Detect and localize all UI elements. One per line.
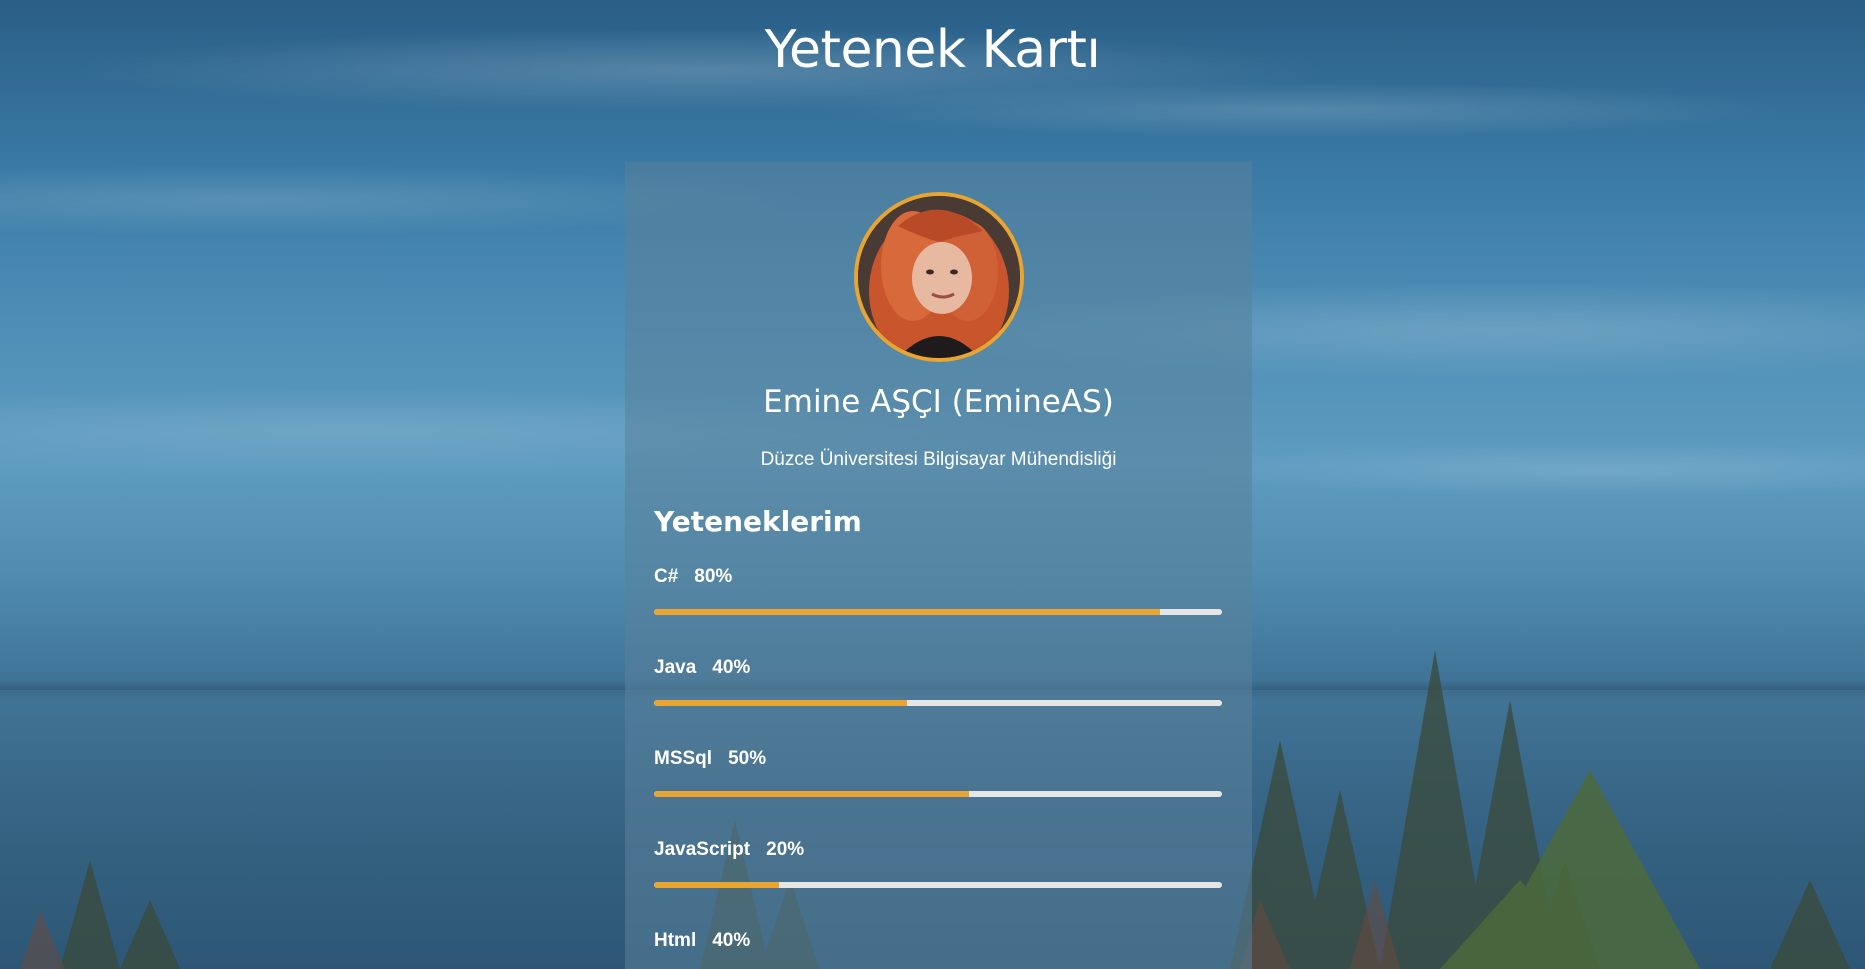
skill-item-html: Html 40% (654, 929, 1222, 969)
skill-progress-track (654, 882, 1222, 888)
profile-name: Emine AŞÇI (EmineAS) (763, 384, 1114, 420)
skill-progress-track (654, 700, 1222, 706)
skill-label: C# 80% (654, 565, 1222, 589)
skill-percent: 50% (728, 748, 767, 769)
skill-label: Html 40% (654, 929, 1222, 953)
profile-school: Düzce Üniversitesi Bilgisayar Mühendisli… (760, 449, 1117, 470)
skill-percent: 80% (694, 566, 733, 587)
skill-card: Emine AŞÇI (EmineAS) Düzce Üniversitesi … (625, 162, 1252, 969)
skill-label: MSSql 50% (654, 747, 1222, 771)
skill-progress-fill (654, 882, 779, 888)
skill-item-java: Java 40% (654, 656, 1222, 716)
skill-progress-fill (654, 609, 1160, 615)
skill-label: JavaScript 20% (654, 838, 1222, 862)
skill-progress-fill (654, 700, 907, 706)
profile-avatar (854, 192, 1024, 362)
skill-name: Html (654, 930, 697, 951)
skill-percent: 40% (712, 657, 751, 678)
skills-heading: Yeteneklerim (654, 505, 862, 538)
skill-item-csharp: C# 80% (654, 565, 1222, 625)
profile-photo-icon (858, 196, 1020, 358)
skill-label: Java 40% (654, 656, 1222, 680)
skill-item-mssql: MSSql 50% (654, 747, 1222, 807)
skill-percent: 40% (712, 930, 751, 951)
skill-name: MSSql (654, 748, 713, 769)
skill-progress-track (654, 791, 1222, 797)
skill-item-javascript: JavaScript 20% (654, 838, 1222, 898)
skill-percent: 20% (766, 839, 805, 860)
page-title: Yetenek Kartı (764, 20, 1101, 80)
skill-progress-fill (654, 791, 970, 797)
skill-name: C# (654, 566, 679, 587)
skill-name: Java (654, 657, 697, 678)
skill-progress-track (654, 609, 1222, 615)
skill-name: JavaScript (654, 839, 751, 860)
